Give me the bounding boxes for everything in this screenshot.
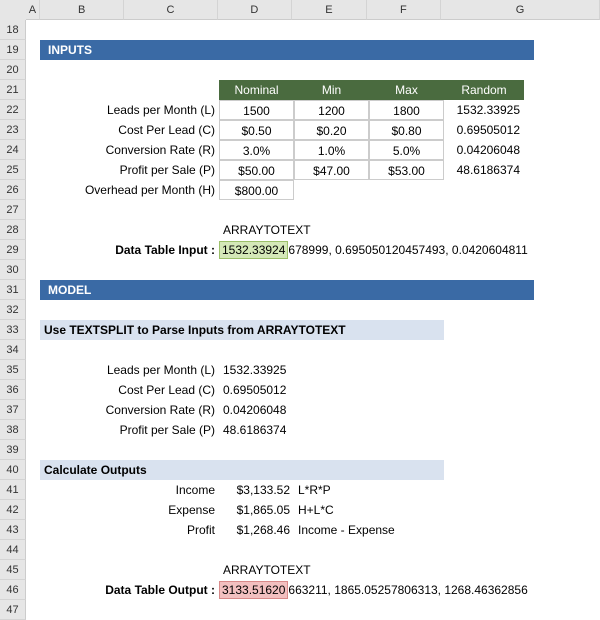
- cell[interactable]: $0.80: [369, 120, 444, 140]
- cell[interactable]: 1532.33925: [219, 360, 294, 380]
- data-table-input-value[interactable]: 1532.33924678999, 0.695050120457493, 0.0…: [219, 240, 600, 260]
- cell[interactable]: 1.0%: [294, 140, 369, 160]
- highlight-value: 3133.51620: [219, 581, 288, 599]
- col-header-F[interactable]: F: [367, 0, 441, 20]
- col-header-E[interactable]: E: [292, 0, 366, 20]
- cell[interactable]: $0.50: [219, 120, 294, 140]
- row-header[interactable]: 27: [0, 200, 26, 220]
- row-header[interactable]: 21: [0, 80, 26, 100]
- data-table-output-value[interactable]: 3133.51620663211, 1865.05257806313, 1268…: [219, 580, 600, 600]
- row-header[interactable]: 28: [0, 220, 26, 240]
- cell[interactable]: $47.00: [294, 160, 369, 180]
- input-header-min: Min: [294, 80, 369, 100]
- col-header-B[interactable]: B: [40, 0, 124, 20]
- row-header[interactable]: 38: [0, 420, 26, 440]
- input-header-nominal: Nominal: [219, 80, 294, 100]
- row-header[interactable]: 39: [0, 440, 26, 460]
- row-header[interactable]: 46: [0, 580, 26, 600]
- parsed-label: Cost Per Lead (C): [40, 380, 219, 400]
- column-headers: A B C D E F G: [26, 0, 600, 20]
- section-subtitle-parse: Use TEXTSPLIT to Parse Inputs from ARRAY…: [40, 320, 444, 340]
- row-header[interactable]: 29: [0, 240, 26, 260]
- parsed-label: Leads per Month (L): [40, 360, 219, 380]
- output-label: Income: [125, 480, 219, 500]
- output-label: Profit: [125, 520, 219, 540]
- col-header-A[interactable]: A: [26, 0, 40, 20]
- row-header[interactable]: 32: [0, 300, 26, 320]
- col-header-G[interactable]: G: [441, 0, 600, 20]
- input-header-max: Max: [369, 80, 444, 100]
- cell[interactable]: $3,133.52: [219, 480, 294, 500]
- cell[interactable]: 1800: [369, 100, 444, 120]
- row-header[interactable]: 35: [0, 360, 26, 380]
- row-header[interactable]: 41: [0, 480, 26, 500]
- row-header[interactable]: 47: [0, 600, 26, 620]
- cell[interactable]: 1200: [294, 100, 369, 120]
- input-label: Leads per Month (L): [40, 100, 219, 120]
- output-label: Expense: [125, 500, 219, 520]
- cell[interactable]: 3.0%: [219, 140, 294, 160]
- input-label: Overhead per Month (H): [40, 180, 219, 200]
- row-header[interactable]: 34: [0, 340, 26, 360]
- cell[interactable]: $800.00: [219, 180, 294, 200]
- input-header-random: Random: [444, 80, 524, 100]
- input-label: Conversion Rate (R): [40, 140, 219, 160]
- cell[interactable]: 0.04206048: [219, 400, 294, 420]
- cell[interactable]: 0.04206048: [444, 140, 524, 160]
- cell[interactable]: $53.00: [369, 160, 444, 180]
- input-label: Cost Per Lead (C): [40, 120, 219, 140]
- cell[interactable]: 0.69505012: [219, 380, 294, 400]
- overflow-text: 663211, 1865.05257806313, 1268.46362856: [288, 583, 527, 597]
- row-header[interactable]: 18: [0, 20, 26, 40]
- row-header[interactable]: 40: [0, 460, 26, 480]
- row-header[interactable]: 42: [0, 500, 26, 520]
- parsed-label: Conversion Rate (R): [40, 400, 219, 420]
- row-headers: 18 19 20 21 22 23 24 25 26 27 28 29 30 3…: [0, 0, 26, 620]
- row-header[interactable]: 22: [0, 100, 26, 120]
- col-header-D[interactable]: D: [218, 0, 292, 20]
- data-table-input-label: Data Table Input :: [40, 240, 219, 260]
- output-formula: Income - Expense: [294, 520, 444, 540]
- row-header[interactable]: 25: [0, 160, 26, 180]
- arraytotext-label: ARRAYTOTEXT: [219, 220, 294, 240]
- cell[interactable]: $1,865.05: [219, 500, 294, 520]
- row-header[interactable]: 30: [0, 260, 26, 280]
- section-subtitle-calc: Calculate Outputs: [40, 460, 444, 480]
- cell[interactable]: $1,268.46: [219, 520, 294, 540]
- output-formula: L*R*P: [294, 480, 369, 500]
- cell[interactable]: 48.6186374: [219, 420, 294, 440]
- input-label: Profit per Sale (P): [40, 160, 219, 180]
- cell[interactable]: $50.00: [219, 160, 294, 180]
- cell[interactable]: 1532.33925: [444, 100, 524, 120]
- parsed-label: Profit per Sale (P): [40, 420, 219, 440]
- arraytotext-label: ARRAYTOTEXT: [219, 560, 294, 580]
- row-header[interactable]: 26: [0, 180, 26, 200]
- row-header[interactable]: 43: [0, 520, 26, 540]
- row-header[interactable]: 31: [0, 280, 26, 300]
- sheet-grid[interactable]: INPUTS Nominal Min Max Random Leads per …: [26, 20, 600, 612]
- data-table-output-label: Data Table Output :: [40, 580, 219, 600]
- col-header-C[interactable]: C: [124, 0, 217, 20]
- cell[interactable]: 48.6186374: [444, 160, 524, 180]
- section-title-inputs: INPUTS: [40, 40, 534, 60]
- cell[interactable]: $0.20: [294, 120, 369, 140]
- row-header[interactable]: 20: [0, 60, 26, 80]
- cell[interactable]: 5.0%: [369, 140, 444, 160]
- row-header[interactable]: 24: [0, 140, 26, 160]
- row-header[interactable]: 37: [0, 400, 26, 420]
- row-header[interactable]: 44: [0, 540, 26, 560]
- output-formula: H+L*C: [294, 500, 369, 520]
- row-header[interactable]: 45: [0, 560, 26, 580]
- row-header[interactable]: 36: [0, 380, 26, 400]
- highlight-value: 1532.33924: [219, 241, 288, 259]
- section-title-model: MODEL: [40, 280, 534, 300]
- row-header[interactable]: 33: [0, 320, 26, 340]
- row-header[interactable]: 23: [0, 120, 26, 140]
- cell[interactable]: 0.69505012: [444, 120, 524, 140]
- overflow-text: 678999, 0.695050120457493, 0.0420604811: [288, 243, 527, 257]
- cell[interactable]: 1500: [219, 100, 294, 120]
- row-header[interactable]: 19: [0, 40, 26, 60]
